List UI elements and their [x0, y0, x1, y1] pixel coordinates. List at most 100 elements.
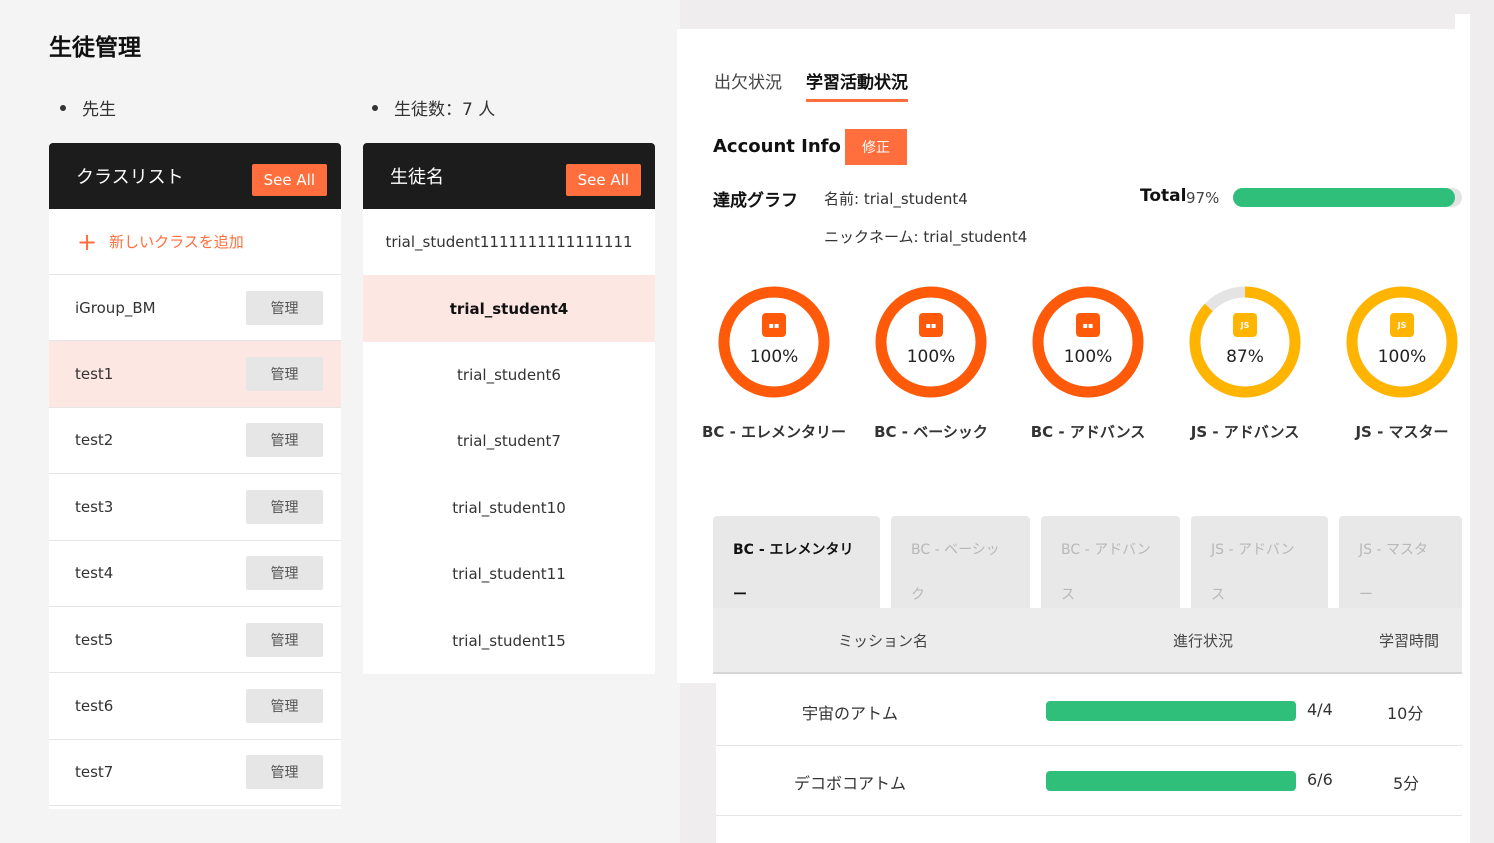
student-list-header: 生徒名 See All [363, 143, 655, 209]
class-row[interactable]: test4 管理 [49, 541, 341, 607]
ring-percent: 100% [906, 347, 956, 367]
manage-button[interactable]: 管理 [246, 689, 323, 724]
class-name: test4 [75, 564, 114, 583]
page-title: 生徒管理 [49, 35, 141, 61]
class-name: iGroup_BM [75, 298, 156, 317]
add-class-label: 新しいクラスを追加 [109, 233, 244, 251]
edit-button[interactable]: 修正 [845, 129, 907, 165]
student-row[interactable]: trial_student6 [363, 342, 655, 408]
course-tab-line: JS - アドバン [1211, 542, 1295, 558]
class-see-all-button[interactable]: See All [251, 164, 327, 196]
manage-button[interactable]: 管理 [246, 556, 323, 591]
total-progress-fill [1233, 188, 1456, 207]
panel-edge [1455, 14, 1470, 30]
mission-progress-bar [1046, 771, 1296, 791]
ring-progress [718, 286, 830, 398]
js-icon: JS [1233, 313, 1257, 337]
progress-ring: ▪▪ 100% [1030, 284, 1146, 400]
course-tab-line: JS - マスタ [1359, 542, 1428, 558]
course-label: JS - アドバンス [1190, 423, 1300, 441]
add-class-button[interactable]: + 新しいクラスを追加 [49, 209, 341, 275]
tab-learning-activity[interactable]: 学習活動状況 [806, 68, 908, 102]
ring-chart [1189, 286, 1301, 398]
manage-button[interactable]: 管理 [246, 357, 323, 392]
achievement-graph-title: 達成グラフ [713, 191, 798, 211]
progress-ring: ▪▪ 100% [716, 284, 832, 400]
class-row[interactable]: test7 管理 [49, 740, 341, 807]
class-row[interactable]: test5 管理 [49, 607, 341, 674]
teacher-label: 先生 [82, 100, 116, 120]
student-name: 名前: trial_student4 [824, 190, 968, 208]
mission-name: デコボコアトム [794, 774, 907, 793]
student-row[interactable]: trial_student11 [363, 541, 655, 607]
manage-button[interactable]: 管理 [246, 622, 323, 657]
student-count-bullet: 生徒数：7 人 [372, 95, 495, 120]
course-label: BC - エレメンタリー [701, 423, 847, 441]
student-row[interactable]: trial_student10 [363, 475, 655, 541]
ring-progress [1032, 286, 1144, 398]
block-icon: ▪▪ [762, 313, 786, 337]
course-tab[interactable]: BC - アドバンス [1041, 516, 1180, 608]
class-list-header: クラスリスト See All [49, 143, 341, 209]
manage-button[interactable]: 管理 [246, 290, 323, 325]
class-name: test5 [75, 630, 114, 649]
ring-percent: 87% [1226, 347, 1264, 367]
plus-icon: + [77, 227, 98, 256]
course-label: BC - アドバンス [1030, 423, 1146, 441]
ring-percent: 100% [1377, 347, 1427, 367]
mission-progress-text: 6/6 [1307, 770, 1333, 789]
progress-ring: JS 87% [1187, 284, 1303, 400]
tab-attendance[interactable]: 出欠状況 [714, 68, 782, 102]
class-name: test1 [75, 365, 114, 384]
progress-ring: ▪▪ 100% [873, 284, 989, 400]
student-list-panel: 生徒名 See All trial_student111111111111111… [363, 143, 655, 674]
course-label: BC - ベーシック [874, 423, 988, 441]
block-icon: ▪▪ [1076, 313, 1100, 337]
class-row[interactable]: test6 管理 [49, 673, 341, 740]
ring-chart [1032, 286, 1144, 398]
progress-ring: JS 100% [1344, 284, 1460, 400]
course-tab-line: BC - ベーシッ [911, 542, 1000, 558]
student-nickname: ニックネーム: trial_student4 [824, 228, 1028, 246]
total-label: Total [1140, 186, 1187, 206]
header-mission-name: ミッション名 [838, 632, 929, 650]
course-tab-line: BC - アドバン [1061, 542, 1151, 558]
teacher-bullet: 先生 [60, 95, 116, 120]
class-list-panel: クラスリスト See All + 新しいクラスを追加 iGroup_BM 管理 te… [49, 143, 341, 809]
course-tab[interactable]: BC - ベーシック [891, 516, 1030, 608]
student-row[interactable]: trial_student15 [363, 607, 655, 673]
detail-tabs: 出欠状況 学習活動状況 [714, 68, 908, 102]
student-row[interactable]: trial_student4 [363, 275, 655, 342]
class-row[interactable]: test1 管理 [49, 341, 341, 408]
student-row[interactable]: trial_student7 [363, 408, 655, 474]
class-list-title: クラスリスト [76, 167, 184, 188]
mission-time: 10分 [1387, 704, 1424, 723]
table-row: 宇宙のアトム 4/4 10分 [716, 676, 1462, 746]
header-progress: 進行状況 [1173, 632, 1234, 650]
manage-button[interactable]: 管理 [246, 423, 323, 458]
student-count-label: 生徒数：7 人 [394, 100, 496, 120]
class-row[interactable]: test2 管理 [49, 408, 341, 475]
ring-chart [1346, 286, 1458, 398]
student-row[interactable]: trial_student1111111111111111 [363, 209, 655, 275]
bullet-dot [372, 104, 378, 111]
mission-progress-bar [1046, 701, 1296, 721]
table-row: デコボコアトム 6/6 5分 [716, 746, 1462, 816]
course-tab[interactable]: JS - アドバンス [1191, 516, 1328, 608]
js-icon: JS [1390, 313, 1414, 337]
class-row[interactable]: iGroup_BM 管理 [49, 275, 341, 342]
class-name: test3 [75, 497, 114, 516]
bullet-dot [60, 104, 66, 111]
block-icon: ▪▪ [919, 313, 943, 337]
ring-progress [1346, 286, 1458, 398]
manage-button[interactable]: 管理 [246, 489, 323, 524]
manage-button[interactable]: 管理 [246, 755, 323, 790]
mission-name: 宇宙のアトム [802, 704, 899, 723]
course-tab[interactable]: JS - マスター [1339, 516, 1462, 608]
class-row[interactable]: test3 管理 [49, 474, 341, 541]
student-see-all-button[interactable]: See All [565, 164, 641, 196]
ring-percent: 100% [1063, 347, 1113, 367]
student-list: trial_student1111111111111111 trial_stude… [363, 209, 655, 674]
student-list-title: 生徒名 [390, 167, 444, 188]
course-tab[interactable]: BC - エレメンタリー [713, 516, 880, 608]
